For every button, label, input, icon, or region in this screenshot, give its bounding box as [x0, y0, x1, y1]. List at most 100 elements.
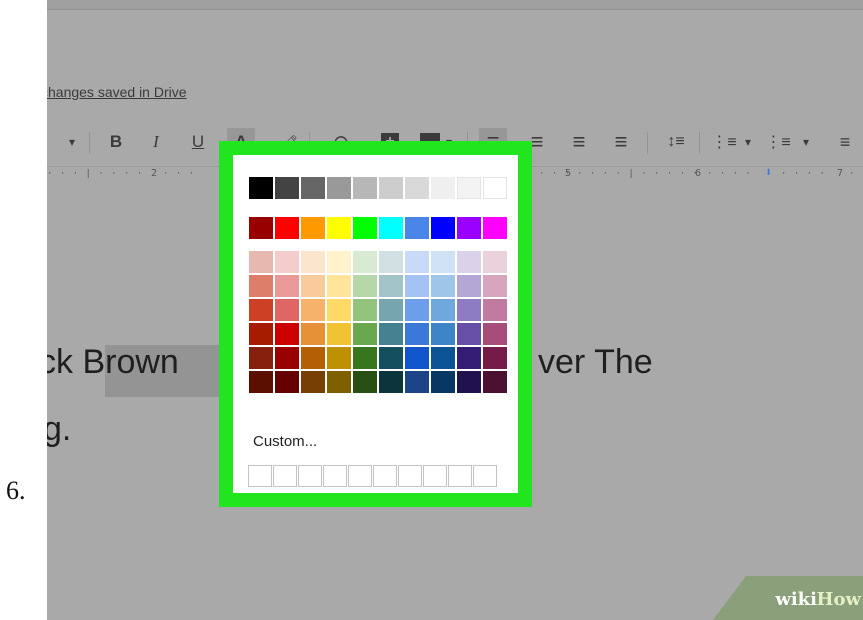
custom-color-slot[interactable] — [248, 465, 272, 487]
custom-color-slot[interactable] — [273, 465, 297, 487]
color-swatch[interactable] — [379, 347, 403, 369]
italic-button[interactable]: I — [145, 128, 167, 156]
custom-color-slot[interactable] — [373, 465, 397, 487]
color-swatch[interactable] — [353, 177, 377, 199]
color-swatch[interactable] — [327, 371, 351, 393]
color-swatch[interactable] — [431, 251, 455, 273]
color-swatch[interactable] — [457, 347, 481, 369]
color-swatch[interactable] — [327, 347, 351, 369]
color-swatch[interactable] — [483, 323, 507, 345]
color-swatch[interactable] — [301, 217, 325, 239]
color-swatch[interactable] — [301, 299, 325, 321]
color-swatch[interactable] — [379, 275, 403, 297]
color-swatch[interactable] — [327, 299, 351, 321]
custom-color-slot[interactable] — [473, 465, 497, 487]
color-swatch[interactable] — [379, 299, 403, 321]
color-swatch[interactable] — [275, 251, 299, 273]
color-swatch[interactable] — [301, 251, 325, 273]
color-swatch[interactable] — [405, 251, 429, 273]
color-swatch[interactable] — [275, 371, 299, 393]
color-swatch[interactable] — [431, 371, 455, 393]
color-swatch[interactable] — [405, 299, 429, 321]
custom-color-slot[interactable] — [298, 465, 322, 487]
color-swatch[interactable] — [483, 251, 507, 273]
color-swatch[interactable] — [457, 217, 481, 239]
color-swatch[interactable] — [431, 347, 455, 369]
color-swatch[interactable] — [301, 275, 325, 297]
custom-color-slot[interactable] — [423, 465, 447, 487]
color-swatch[interactable] — [457, 177, 481, 199]
color-swatch[interactable] — [301, 371, 325, 393]
document-line-1[interactable]: ck Brown — [47, 343, 179, 382]
color-swatch[interactable] — [249, 251, 273, 273]
line-spacing-icon[interactable]: ↕≡ — [661, 128, 691, 156]
custom-color-button[interactable]: Custom... — [253, 433, 317, 450]
color-swatch[interactable] — [379, 217, 403, 239]
color-swatch[interactable] — [327, 251, 351, 273]
numbered-list-icon[interactable]: ⋮≡ — [709, 128, 739, 156]
color-swatch[interactable] — [275, 275, 299, 297]
color-swatch[interactable] — [431, 177, 455, 199]
color-swatch[interactable] — [249, 275, 273, 297]
color-swatch[interactable] — [405, 217, 429, 239]
color-swatch[interactable] — [353, 275, 377, 297]
color-swatch[interactable] — [483, 217, 507, 239]
document-line-1-right[interactable]: ver The — [538, 343, 653, 382]
color-swatch[interactable] — [327, 323, 351, 345]
color-swatch[interactable] — [457, 251, 481, 273]
color-swatch[interactable] — [249, 299, 273, 321]
color-swatch[interactable] — [483, 371, 507, 393]
color-swatch[interactable] — [457, 299, 481, 321]
color-swatch[interactable] — [457, 371, 481, 393]
color-swatch[interactable] — [405, 275, 429, 297]
bulleted-list-chevron-icon[interactable]: ▾ — [799, 128, 813, 156]
color-swatch[interactable] — [275, 217, 299, 239]
color-swatch[interactable] — [327, 217, 351, 239]
document-line-2[interactable]: g. — [47, 410, 71, 449]
justify-icon[interactable]: ≡ — [609, 128, 633, 156]
color-swatch[interactable] — [249, 177, 273, 199]
color-swatch[interactable] — [275, 347, 299, 369]
color-swatch[interactable] — [457, 275, 481, 297]
align-right-icon[interactable]: ≡ — [567, 128, 591, 156]
color-swatch[interactable] — [379, 251, 403, 273]
color-swatch[interactable] — [431, 217, 455, 239]
color-swatch[interactable] — [405, 177, 429, 199]
color-swatch[interactable] — [483, 275, 507, 297]
color-swatch[interactable] — [327, 177, 351, 199]
custom-color-slot[interactable] — [348, 465, 372, 487]
color-swatch[interactable] — [301, 177, 325, 199]
indent-icon[interactable]: ≡ — [833, 128, 857, 156]
color-swatch[interactable] — [353, 251, 377, 273]
color-swatch[interactable] — [431, 299, 455, 321]
color-swatch[interactable] — [405, 347, 429, 369]
color-swatch[interactable] — [457, 323, 481, 345]
numbered-list-chevron-icon[interactable]: ▾ — [741, 128, 755, 156]
color-swatch[interactable] — [483, 177, 507, 199]
color-swatch[interactable] — [249, 371, 273, 393]
color-swatch[interactable] — [275, 177, 299, 199]
color-swatch[interactable] — [327, 275, 351, 297]
color-swatch[interactable] — [353, 347, 377, 369]
color-swatch[interactable] — [379, 177, 403, 199]
font-size-chevron-icon[interactable]: ▾ — [65, 128, 79, 156]
color-swatch[interactable] — [405, 323, 429, 345]
color-swatch[interactable] — [353, 371, 377, 393]
bold-button[interactable]: B — [105, 128, 127, 156]
color-swatch[interactable] — [483, 347, 507, 369]
color-swatch[interactable] — [379, 371, 403, 393]
custom-color-slot[interactable] — [323, 465, 347, 487]
color-swatch[interactable] — [353, 217, 377, 239]
color-swatch[interactable] — [275, 299, 299, 321]
color-swatch[interactable] — [249, 323, 273, 345]
custom-color-slot[interactable] — [448, 465, 472, 487]
save-status-link[interactable]: changes saved in Drive — [47, 84, 187, 100]
color-swatch[interactable] — [353, 299, 377, 321]
color-swatch[interactable] — [431, 323, 455, 345]
bulleted-list-icon[interactable]: ⋮≡ — [763, 128, 793, 156]
color-swatch[interactable] — [483, 299, 507, 321]
color-swatch[interactable] — [431, 275, 455, 297]
color-swatch[interactable] — [301, 347, 325, 369]
color-swatch[interactable] — [353, 323, 377, 345]
color-swatch[interactable] — [301, 323, 325, 345]
